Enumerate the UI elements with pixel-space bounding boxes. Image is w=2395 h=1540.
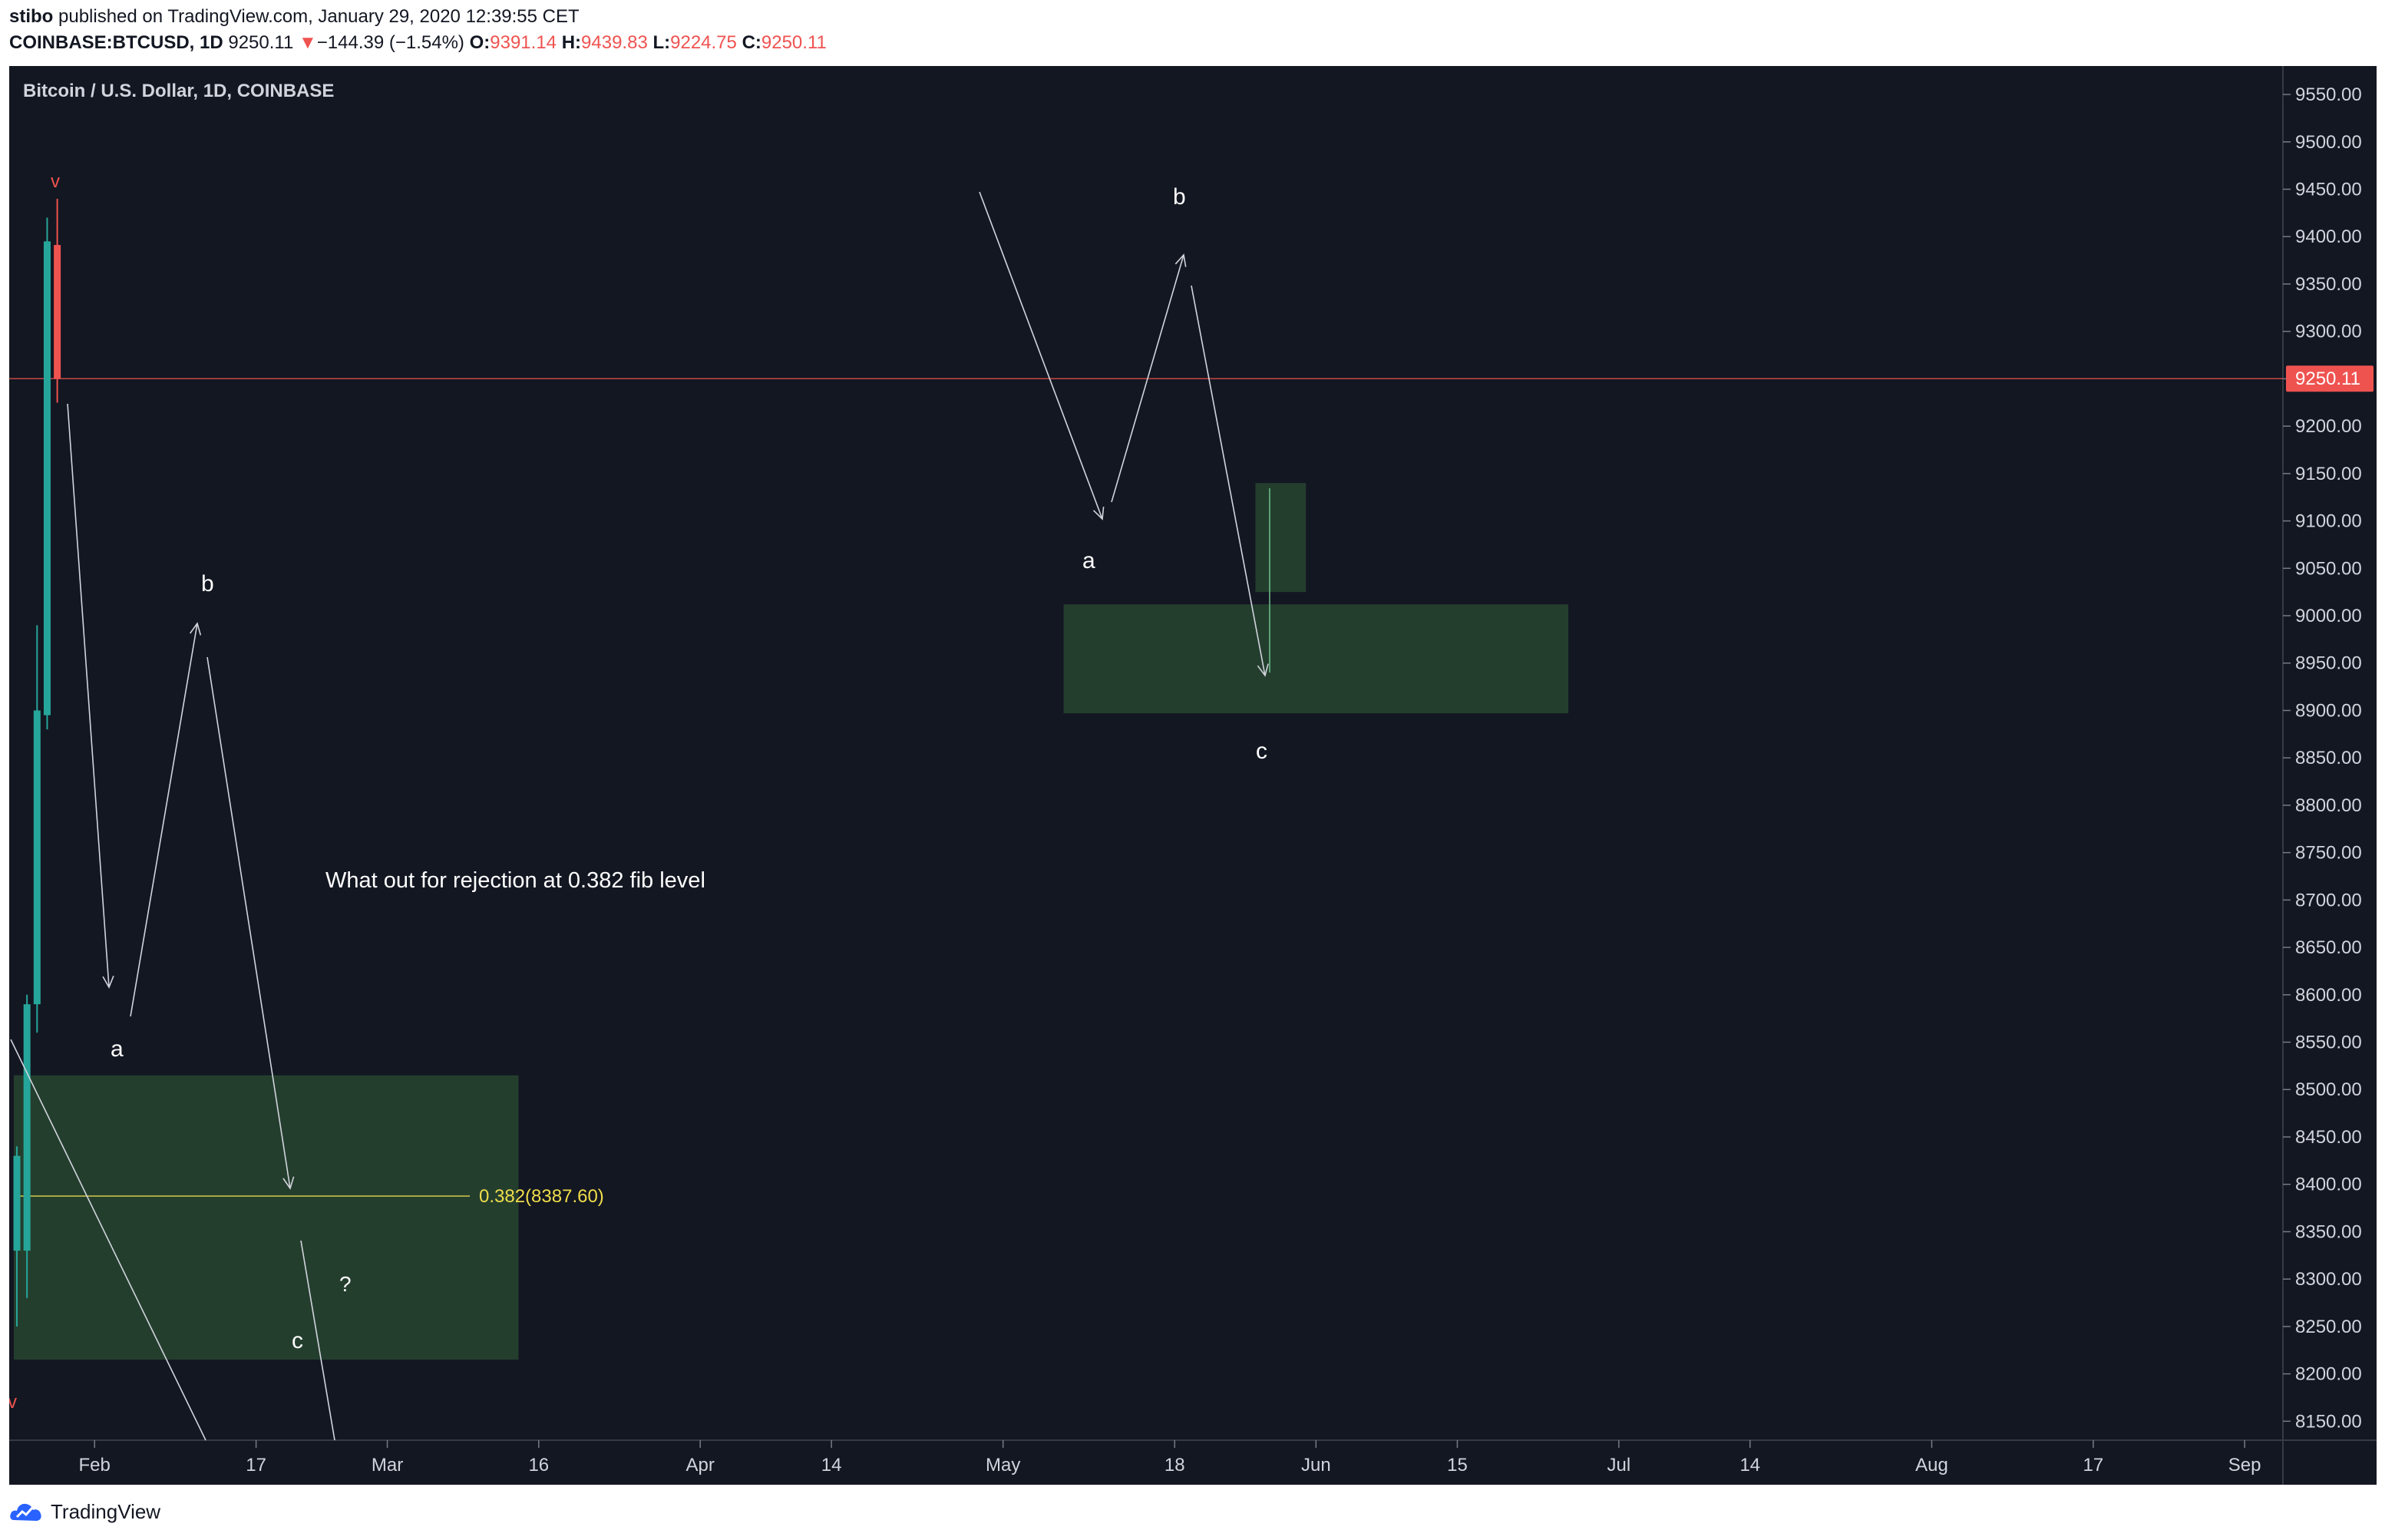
time-tick-label-2020-06-01: Jun [1301,1455,1331,1476]
price-tick-label-9300: 9300.00 [2295,322,2362,342]
chart-title: Bitcoin / U.S. Dollar, 1D, COINBASE [23,81,334,101]
symbol-info: COINBASE:BTCUSD, 1D 9250.11 ▼−144.39 (−1… [9,32,827,54]
low-value: 9224.75 [670,32,737,53]
price-tick-label-8250: 8250.00 [2295,1317,2362,1337]
footer-brand[interactable]: TradingView [51,1500,160,1524]
left-arrow-down-a [67,403,110,988]
price-tick-label-9050: 9050.00 [2295,558,2362,579]
right-wave-a: a [1082,548,1095,573]
price-tick-label-9000: 9000.00 [2295,606,2362,626]
price-tick-label-9450: 9450.00 [2295,179,2362,200]
close-value: 9250.11 [761,32,827,53]
price-tick-label-9100: 9100.00 [2295,511,2362,532]
time-tick-label-2020-04-01: Apr [686,1455,715,1476]
price-tick-label-8400: 8400.00 [2295,1175,2362,1195]
price-tick-label-9200: 9200.00 [2295,416,2362,437]
price-tick-label-8850: 8850.00 [2295,748,2362,768]
time-tick-label-2020-05-01: May [986,1455,1020,1476]
tradingview-logo-icon[interactable] [9,1497,45,1525]
open-label: O: [469,32,491,53]
right-wave-b: b [1173,184,1186,210]
candle-body-2020-01-28[interactable] [54,245,61,379]
publish-text: published on TradingView.com, January 29… [53,6,580,27]
question-mark: ? [339,1272,352,1296]
open-value: 9391.14 [490,32,557,53]
price-tick-label-9150: 9150.00 [2295,464,2362,484]
price-tick-label-8800: 8800.00 [2295,795,2362,816]
price-tick-label-8300: 8300.00 [2295,1269,2362,1290]
high-value: 9439.83 [581,32,648,53]
time-tick-label-2020-08-17: 17 [2083,1455,2104,1476]
symbol-label[interactable]: COINBASE:BTCUSD, 1D [9,32,223,53]
price-tick-label-8950: 8950.00 [2295,653,2362,674]
price-tick-label-9500: 9500.00 [2295,132,2362,153]
price-tick-label-8650: 8650.00 [2295,937,2362,958]
low-label: L: [652,32,671,53]
price-tick-label-8500: 8500.00 [2295,1079,2362,1100]
time-tick-label-2020-03-01: Mar [372,1455,403,1476]
price-change: −144.39 (−1.54%) [316,32,464,53]
left-wave-b: b [201,571,214,597]
change-arrow-icon: ▼ [299,32,317,53]
zones-layer [14,483,1569,1360]
time-tick-label-2020-06-15: 15 [1447,1455,1468,1476]
time-tick-label-2020-08-01: Aug [1915,1455,1948,1476]
demand-zone-1 [14,1075,519,1360]
price-tick-label-8700: 8700.00 [2295,890,2362,910]
time-tick-label-2020-02-17: 17 [246,1455,266,1476]
author-name[interactable]: stibo [9,6,53,27]
low-marker: v [9,1392,17,1413]
price-tick-label-8200: 8200.00 [2295,1364,2362,1385]
time-tick-label-2020-03-16: 16 [528,1455,549,1476]
price-tick-label-9550: 9550.00 [2295,84,2362,105]
time-tick-label-2020-09-01: Sep [2228,1455,2261,1476]
chart-area[interactable]: 0.382(8387.60) 9550.00 9500.00 9450.00 9400… [9,66,2377,1485]
left-wave-c: c [292,1328,303,1353]
candle-body-2020-01-27[interactable] [43,241,51,715]
demand-zone-3 [1255,483,1307,593]
price-chart[interactable]: 0.382(8387.60) 9550.00 9500.00 9450.00 9400… [9,66,2377,1485]
left-arrow-up-b [130,623,198,1017]
price-axis[interactable]: 9550.00 9500.00 9450.00 9400.00 9350.00 9300.… [2283,84,2374,1432]
price-tick-label-8900: 8900.00 [2295,700,2362,721]
price-tick-label-8150: 8150.00 [2295,1411,2362,1432]
demand-zone-2 [1063,604,1569,714]
right-wave-c: c [1256,739,1267,764]
chart-header: stibo published on TradingView.com, Janu… [0,0,2395,66]
right-arrow-down-a [979,191,1103,520]
price-tick-label-9400: 9400.00 [2295,226,2362,247]
time-tick-label-2020-02-01: Feb [79,1455,111,1476]
last-price-badge-text: 9250.11 [2295,368,2360,389]
fib-level-label: 0.382(8387.60) [479,1186,604,1207]
price-tick-label-8600: 8600.00 [2295,985,2362,1006]
price-tick-label-8450: 8450.00 [2295,1127,2362,1148]
peak-marker: v [51,171,60,192]
time-axis[interactable]: Feb 17 Mar 16 Apr 14 May 18 Jun 15 Jul 14 Aug 17 Sep [79,1440,2261,1476]
candle-body-2020-01-25[interactable] [23,1004,31,1251]
high-label: H: [561,32,582,53]
close-label: C: [742,32,761,53]
price-tick-label-9350: 9350.00 [2295,274,2362,295]
left-wave-a: a [111,1036,124,1062]
time-tick-label-2020-07-14: 14 [1739,1455,1760,1476]
price-tick-label-8550: 8550.00 [2295,1033,2362,1053]
note-annotation: What out for rejection at 0.382 fib leve… [325,868,705,893]
time-tick-label-2020-04-14: 14 [821,1455,842,1476]
time-tick-label-2020-07-01: Jul [1607,1455,1631,1476]
price-tick-label-8750: 8750.00 [2295,843,2362,864]
candle-body-2020-01-26[interactable] [33,710,41,1005]
last-price: 9250.11 [228,32,294,53]
time-tick-label-2020-05-18: 18 [1164,1455,1185,1476]
publish-info: stibo published on TradingView.com, Janu… [9,6,580,28]
chart-footer: TradingView [0,1485,2395,1540]
price-tick-label-8350: 8350.00 [2295,1221,2362,1242]
candle-body-2020-01-24[interactable] [13,1155,21,1251]
